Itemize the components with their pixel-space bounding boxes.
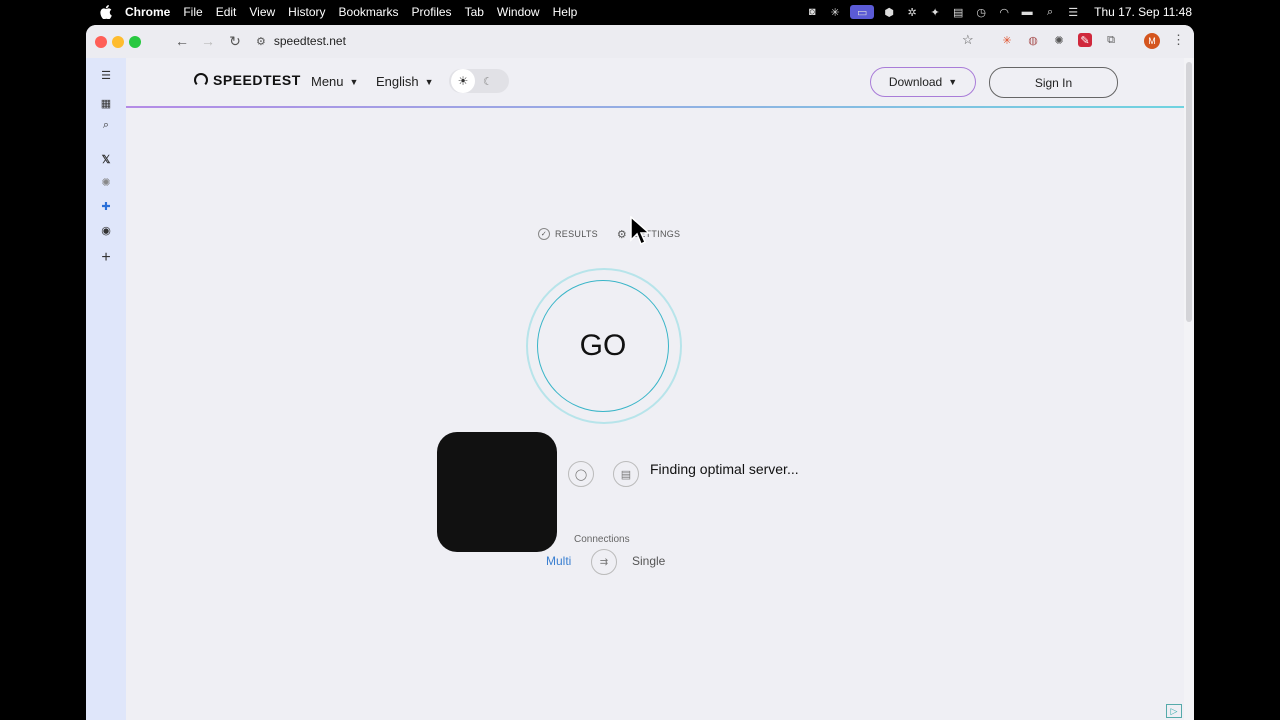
menu-history[interactable]: History: [288, 5, 325, 19]
macos-menu-bar: Chrome File Edit View History Bookmarks …: [0, 0, 1280, 24]
browser-toolbar: ← → ↻ ⚙ speedtest.net ☆ ✳ ◍ ✺ ✎ ⧉ M ⋮: [86, 25, 1194, 58]
tab-results-label: RESULTS: [555, 229, 598, 239]
maximize-window-button[interactable]: [129, 35, 141, 48]
sun-icon[interactable]: ☀: [451, 69, 475, 93]
reload-icon[interactable]: ↻: [224, 30, 246, 52]
spotlight-search-icon[interactable]: ⌕: [1042, 5, 1058, 19]
x-twitter-icon[interactable]: 𝕏: [98, 151, 114, 167]
close-window-button[interactable]: [95, 35, 107, 48]
chevron-down-icon: ▼: [349, 76, 359, 87]
browser-window: ← → ↻ ⚙ speedtest.net ☆ ✳ ◍ ✺ ✎ ⧉ M ⋮ ☰ …: [86, 25, 1194, 720]
keyboard-icon[interactable]: ▤: [950, 5, 966, 19]
header-divider: [126, 106, 1184, 108]
scrollbar-thumb[interactable]: [1186, 62, 1192, 322]
extension-chatgpt-icon[interactable]: ✺: [1052, 33, 1066, 47]
page-scrollbar[interactable]: [1184, 58, 1194, 720]
menu-help[interactable]: Help: [553, 5, 578, 19]
language-dropdown[interactable]: English ▼: [376, 74, 434, 89]
menubar-clock[interactable]: Thu 17. Sep 11:48: [1094, 5, 1192, 19]
sidebar-toggle-icon[interactable]: ☰: [98, 67, 114, 83]
menu-profiles[interactable]: Profiles: [412, 5, 452, 19]
minimize-window-button[interactable]: [112, 35, 124, 48]
add-icon[interactable]: +: [98, 249, 114, 266]
chevron-down-icon: ▼: [948, 77, 958, 87]
window-controls: [95, 35, 146, 48]
sign-in-button-label: Sign In: [1034, 75, 1073, 90]
back-icon[interactable]: ←: [171, 30, 193, 52]
connections-single-option[interactable]: Single: [632, 554, 665, 568]
server-icon[interactable]: ▤: [613, 461, 639, 487]
menu-window[interactable]: Window: [497, 5, 540, 19]
menu-view[interactable]: View: [249, 5, 275, 19]
tabs-grid-icon[interactable]: ▦: [98, 95, 114, 111]
browser-sidebar: ☰ ▦ ⌕ 𝕏 ✺ ✚ ◉ +: [86, 58, 126, 720]
language-dropdown-label: English: [376, 74, 419, 89]
menu-bookmarks[interactable]: Bookmarks: [339, 5, 399, 19]
check-circle-icon: ✓: [538, 228, 550, 240]
go-button-label: GO: [579, 329, 627, 362]
connections-label: Connections: [574, 534, 630, 545]
chevron-down-icon: ▼: [424, 76, 434, 87]
mouse-cursor-icon: [630, 216, 650, 246]
connections-toggle-icon[interactable]: ⇉: [591, 549, 617, 575]
redacted-block: [437, 432, 557, 552]
wifi-icon[interactable]: ◠: [996, 5, 1012, 19]
extension-pen-icon[interactable]: ✎: [1078, 33, 1092, 47]
gauge-icon: [194, 73, 208, 87]
bluetooth-icon[interactable]: ✦: [927, 5, 943, 19]
puzzle-icon[interactable]: ✚: [98, 198, 114, 214]
site-info-icon[interactable]: ⚙: [256, 35, 266, 48]
menu-tab[interactable]: Tab: [465, 5, 484, 19]
bookmark-star-icon[interactable]: ☆: [962, 32, 974, 48]
display-icon[interactable]: ▭: [850, 5, 875, 19]
screen-record-icon[interactable]: ◙: [804, 5, 820, 19]
shield-icon[interactable]: ⬢: [881, 5, 897, 19]
site-header: SPEEDTEST Menu ▼ English ▼ ☀ ☾ Download …: [126, 58, 1184, 108]
user-icon[interactable]: ◯: [568, 461, 594, 487]
sparkle-icon[interactable]: ✳: [827, 5, 843, 19]
extension-cookie-icon[interactable]: ◍: [1026, 33, 1040, 47]
sign-in-button[interactable]: Sign In: [989, 67, 1118, 98]
settings-wheel-icon[interactable]: ✲: [904, 5, 920, 19]
url-text[interactable]: speedtest.net: [274, 34, 346, 48]
download-button-label: Download: [888, 75, 943, 89]
control-center-icon[interactable]: ☰: [1065, 5, 1081, 19]
time-machine-icon[interactable]: ◷: [973, 5, 989, 19]
speedtest-icon[interactable]: ◉: [98, 222, 114, 238]
browser-menu-icon[interactable]: ⋮: [1172, 32, 1185, 48]
extensions-puzzle-icon[interactable]: ⧉: [1104, 33, 1118, 47]
menu-edit[interactable]: Edit: [216, 5, 237, 19]
search-tabs-icon[interactable]: ⌕: [98, 117, 114, 133]
tab-results[interactable]: ✓ RESULTS: [538, 228, 598, 240]
connections-multi-option[interactable]: Multi: [546, 554, 571, 568]
moon-icon[interactable]: ☾: [483, 75, 493, 88]
logo-text: SPEEDTEST: [213, 72, 301, 88]
battery-icon[interactable]: ▬: [1019, 5, 1035, 19]
server-status-text: Finding optimal server...: [650, 461, 799, 477]
apple-icon[interactable]: [99, 5, 113, 19]
theme-toggle[interactable]: ☀ ☾: [449, 69, 509, 93]
menu-dropdown-label: Menu: [311, 74, 344, 89]
gear-icon: ⚙: [616, 228, 628, 241]
speedtest-logo[interactable]: SPEEDTEST: [194, 72, 301, 88]
go-button[interactable]: GO: [537, 280, 669, 412]
download-button[interactable]: Download ▼: [870, 67, 976, 97]
ad-choices-icon[interactable]: ▷: [1166, 704, 1182, 718]
menu-app-name[interactable]: Chrome: [125, 5, 170, 19]
profile-avatar[interactable]: M: [1144, 33, 1160, 49]
result-tabs: ✓ RESULTS ⚙ SETTINGS: [538, 228, 698, 241]
address-bar[interactable]: ⚙ speedtest.net: [256, 29, 986, 53]
extension-asterisk-icon[interactable]: ✳: [1000, 33, 1014, 47]
forward-icon[interactable]: →: [197, 30, 219, 52]
chatgpt-icon[interactable]: ✺: [98, 174, 114, 190]
menu-file[interactable]: File: [183, 5, 202, 19]
menu-dropdown[interactable]: Menu ▼: [311, 74, 358, 89]
speedtest-page: SPEEDTEST Menu ▼ English ▼ ☀ ☾ Download …: [126, 58, 1184, 720]
